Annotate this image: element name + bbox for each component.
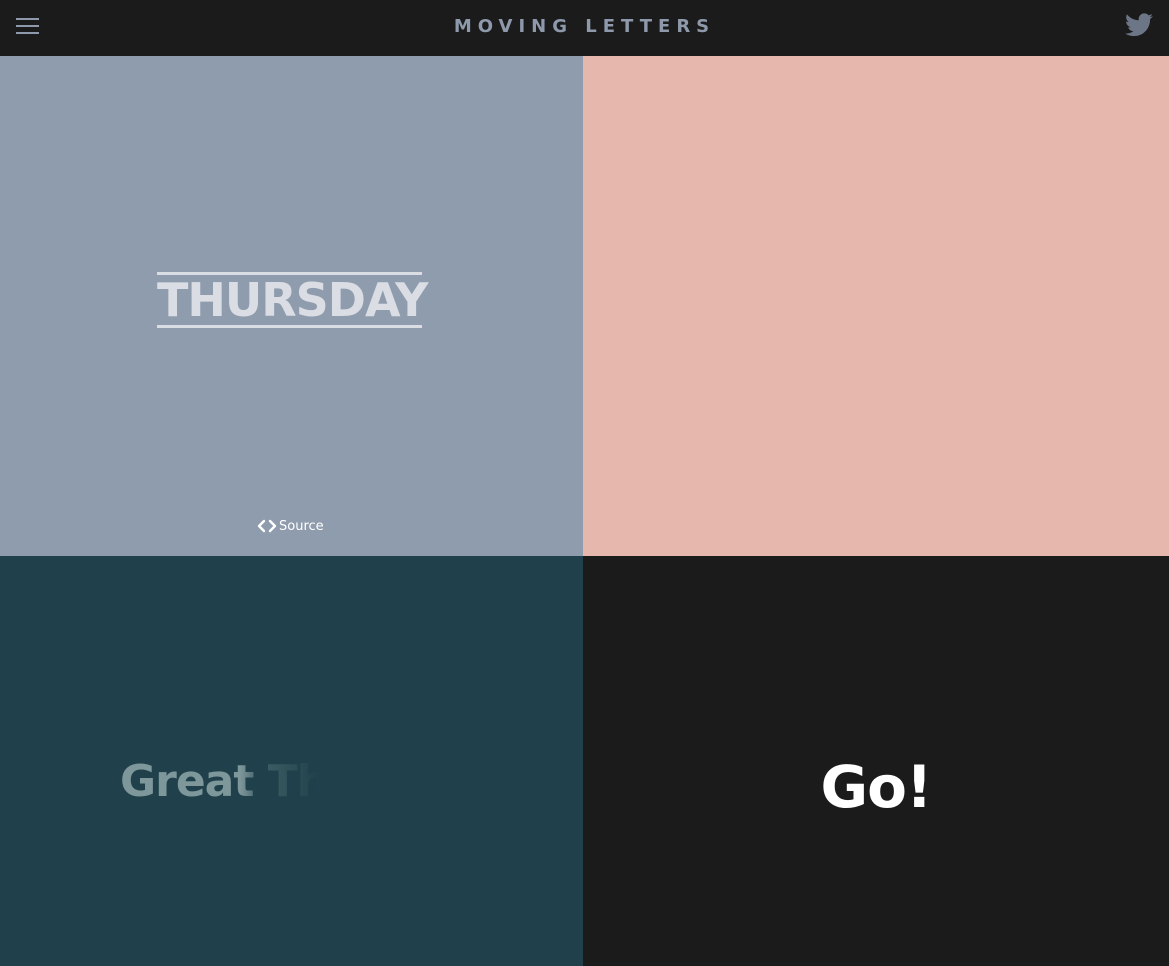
thursday-animation: THURSDAY: [157, 272, 428, 328]
tile-blank[interactable]: [583, 56, 1169, 556]
go-word: Go!: [820, 753, 933, 821]
thursday-bottom-rule: [157, 325, 422, 328]
twitter-icon[interactable]: [1125, 13, 1153, 37]
site-title[interactable]: MOVING LETTERS: [0, 15, 1169, 39]
tile-thursday[interactable]: THURSDAY Source: [0, 56, 583, 556]
top-bar: MOVING LETTERS: [0, 0, 1169, 56]
source-link[interactable]: Source: [257, 517, 324, 535]
code-brackets-icon: [257, 519, 277, 533]
tile-great-things[interactable]: Great Th: [0, 556, 583, 966]
source-label: Source: [279, 518, 324, 534]
great-things-word: Great Th: [120, 756, 328, 807]
thursday-word: THURSDAY: [157, 273, 428, 327]
tile-go[interactable]: Go!: [583, 556, 1169, 966]
